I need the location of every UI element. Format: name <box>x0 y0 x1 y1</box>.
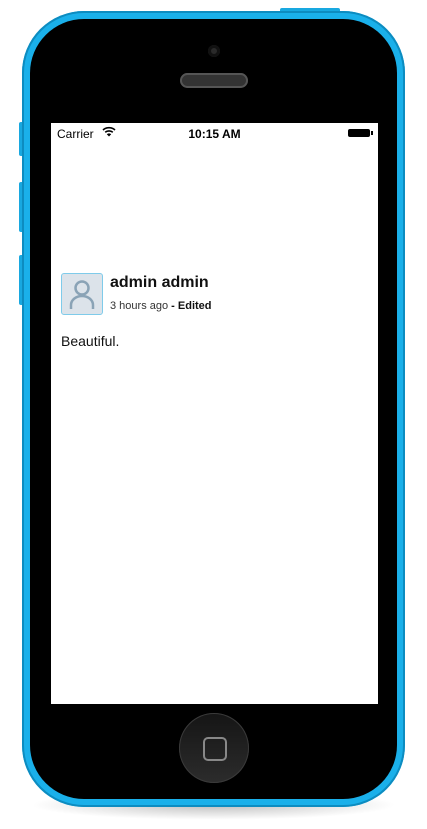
post-time: 3 hours ago <box>110 300 169 312</box>
author-name[interactable]: admin admin <box>110 274 209 292</box>
speaker-grille <box>180 73 248 88</box>
user-icon <box>69 280 95 309</box>
battery-icon <box>348 129 373 137</box>
status-bar: Carrier 10:15 AM <box>51 123 378 143</box>
camera-icon <box>208 45 220 57</box>
post-body: Beautiful. <box>61 333 120 349</box>
clock: 10:15 AM <box>188 127 241 141</box>
avatar[interactable] <box>61 273 103 315</box>
screen: Carrier 10:15 AM admin admin 3 hours ago… <box>51 123 378 704</box>
post-meta: 3 hours ago - Edited <box>110 300 212 312</box>
edited-label: - Edited <box>171 300 212 312</box>
home-square-icon <box>203 737 227 761</box>
home-button[interactable] <box>179 713 249 783</box>
